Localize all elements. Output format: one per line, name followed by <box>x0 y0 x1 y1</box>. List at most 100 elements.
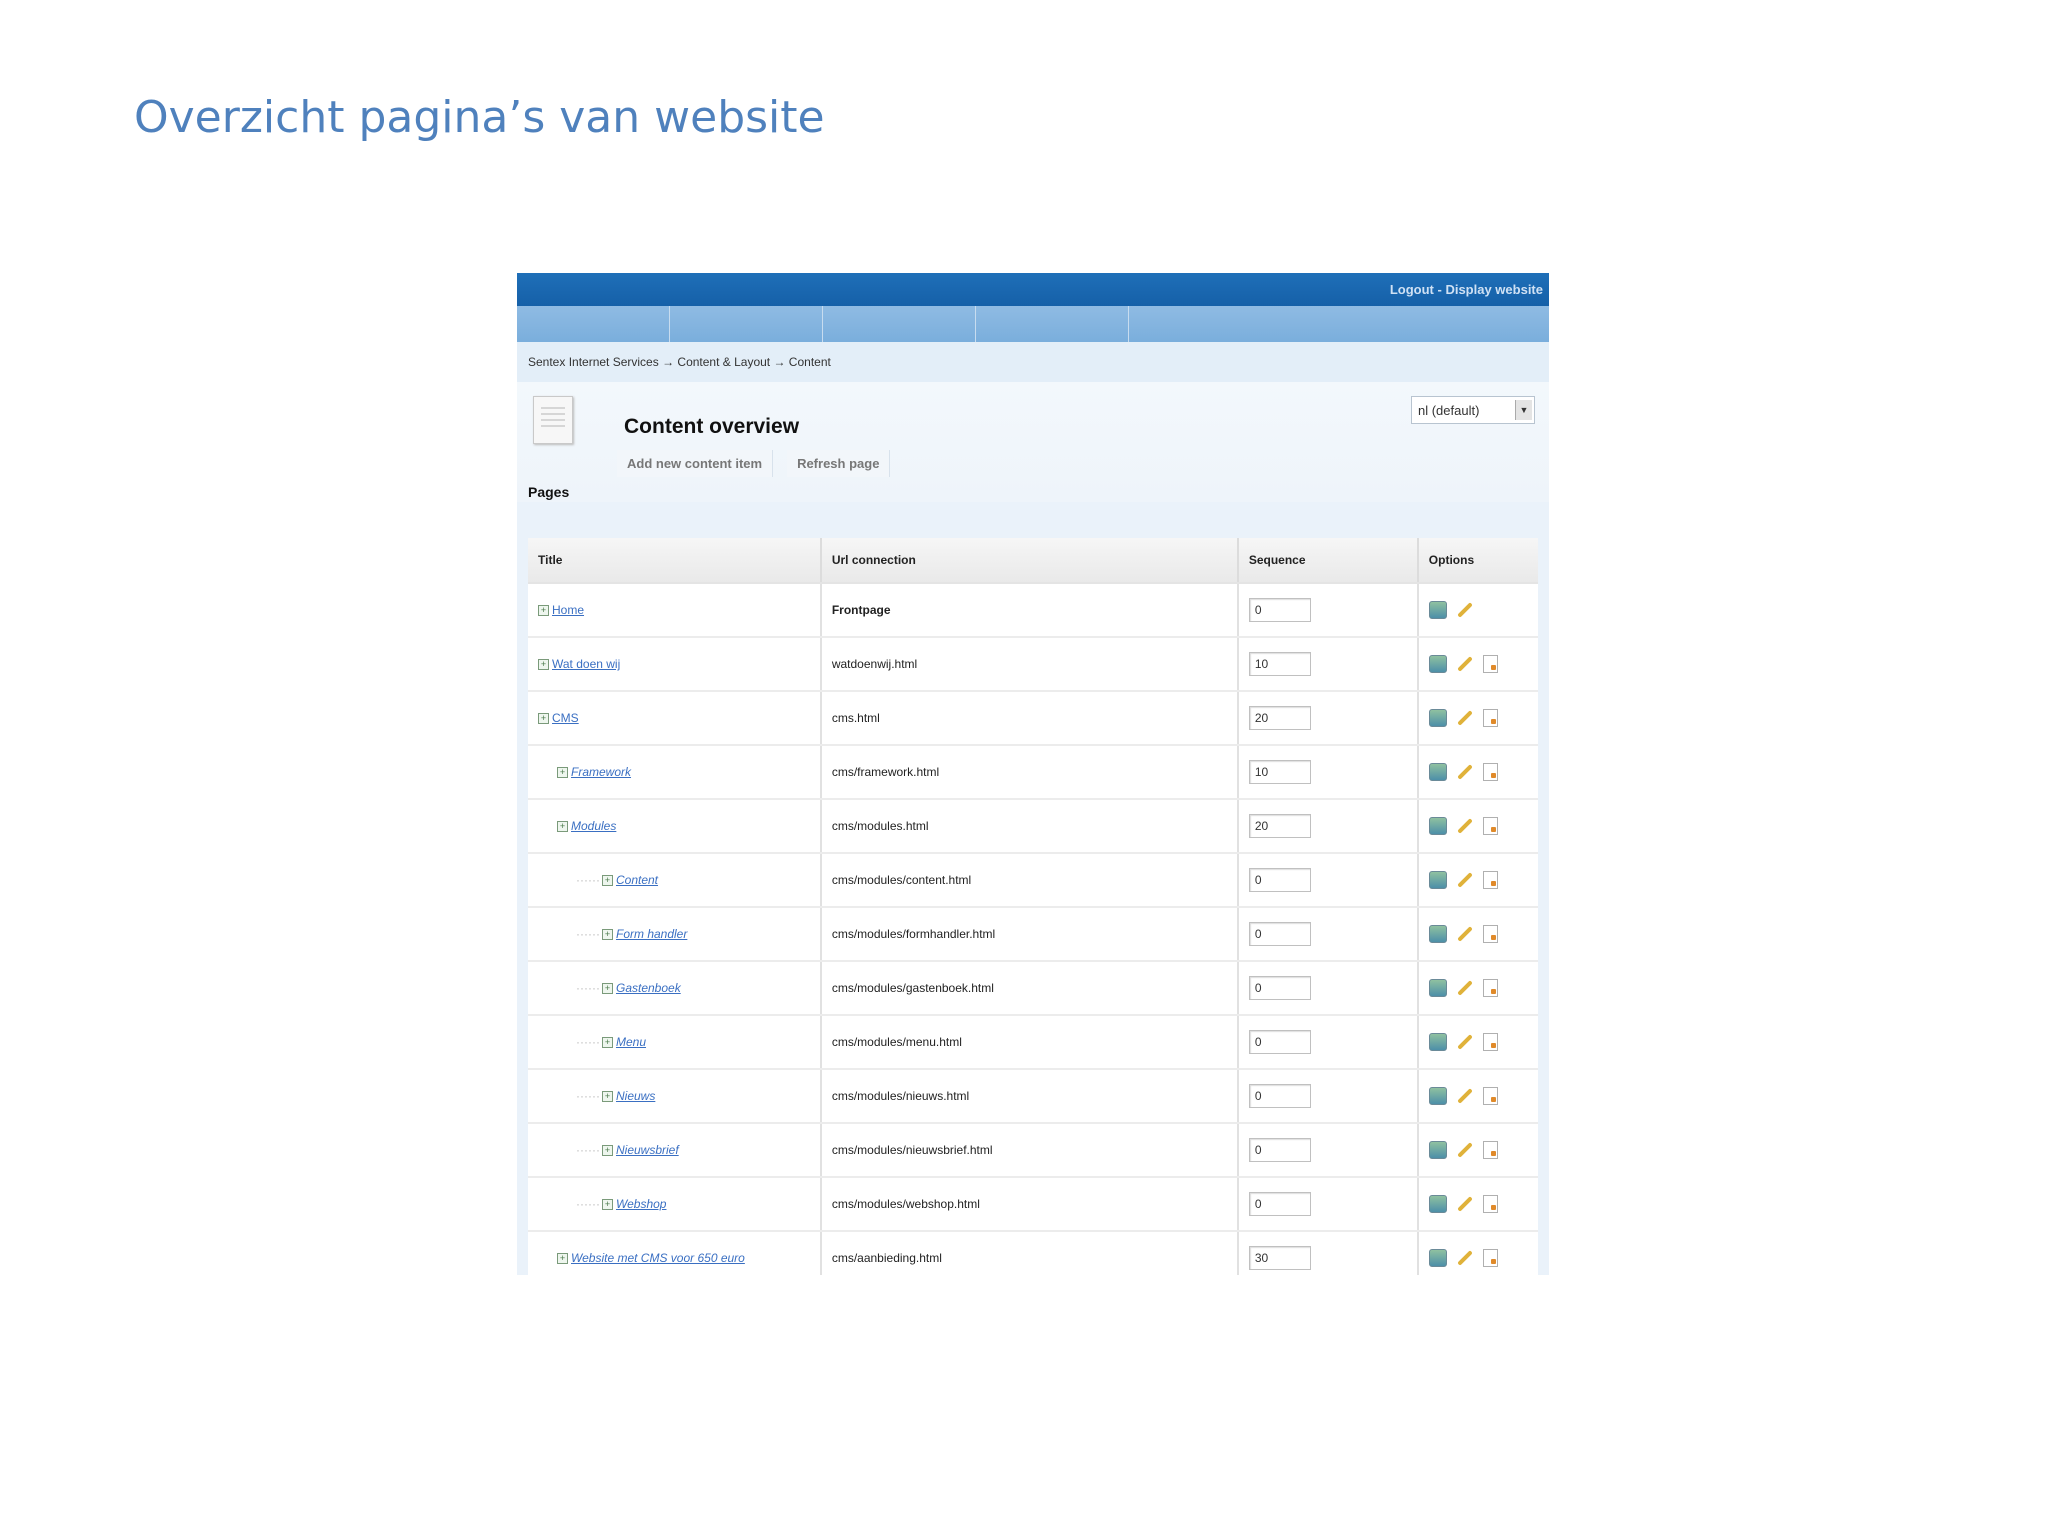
page-title-link[interactable]: Gastenboek <box>616 981 681 995</box>
delete-page-icon[interactable] <box>1482 1087 1498 1105</box>
sequence-input[interactable] <box>1248 598 1311 622</box>
pencil-icon[interactable] <box>1457 656 1473 672</box>
page-title-link[interactable]: Menu <box>616 1035 646 1049</box>
sequence-input[interactable] <box>1248 1192 1311 1216</box>
table-row: + Modules cms/modules.html <box>528 799 1538 854</box>
dropdown-arrow-icon[interactable]: ▼ <box>1515 400 1532 420</box>
expand-icon[interactable]: + <box>601 1091 613 1103</box>
expand-icon[interactable]: + <box>557 821 568 833</box>
pencil-icon[interactable] <box>1457 1196 1473 1212</box>
page-title-link[interactable]: Nieuwsbrief <box>616 1143 679 1157</box>
delete-page-icon[interactable] <box>1482 763 1498 781</box>
expand-icon[interactable]: + <box>601 1199 613 1211</box>
sequence-cell <box>1237 637 1419 692</box>
language-select[interactable]: nl (default) ▼ <box>1411 396 1535 424</box>
pencil-icon[interactable] <box>1457 764 1473 780</box>
preview-icon[interactable] <box>1428 709 1447 727</box>
cms-screenshot: Logout - Display website Sentex Internet… <box>517 273 1549 1275</box>
page-title-link[interactable]: Webshop <box>616 1197 666 1211</box>
pencil-icon[interactable] <box>1457 1142 1473 1158</box>
expand-icon[interactable]: + <box>601 1145 613 1157</box>
delete-page-icon[interactable] <box>1482 1033 1498 1051</box>
expand-icon[interactable]: + <box>601 983 613 995</box>
sequence-input[interactable] <box>1248 814 1311 838</box>
expand-icon[interactable]: + <box>538 605 549 617</box>
pencil-icon[interactable] <box>1457 980 1473 996</box>
preview-icon[interactable] <box>1428 1141 1447 1159</box>
sequence-input[interactable] <box>1248 760 1311 784</box>
expand-icon[interactable]: + <box>538 713 549 725</box>
pencil-icon[interactable] <box>1457 818 1473 834</box>
sequence-input[interactable] <box>1248 1084 1311 1108</box>
sequence-input[interactable] <box>1248 652 1311 676</box>
sequence-input[interactable] <box>1248 868 1311 892</box>
sequence-input[interactable] <box>1248 1246 1311 1270</box>
pencil-icon[interactable] <box>1457 1034 1473 1050</box>
pencil-icon[interactable] <box>1457 710 1473 726</box>
expand-icon[interactable]: + <box>557 1253 568 1265</box>
page-title-link[interactable]: Modules <box>571 819 616 833</box>
sequence-cell <box>1237 1015 1419 1070</box>
delete-page-icon[interactable] <box>1482 709 1498 727</box>
display-website-link[interactable]: Display website <box>1445 282 1543 297</box>
page-title-link[interactable]: Home <box>552 603 584 617</box>
page-title-link[interactable]: Form handler <box>616 927 687 941</box>
pencil-icon[interactable] <box>1457 926 1473 942</box>
delete-page-icon[interactable] <box>1482 871 1498 889</box>
refresh-page-button[interactable]: Refresh page <box>787 450 891 477</box>
nav-tab-4[interactable] <box>976 306 1129 342</box>
table-row: + Home Frontpage <box>528 583 1538 638</box>
expand-icon[interactable]: + <box>538 659 549 671</box>
preview-icon[interactable] <box>1428 601 1447 619</box>
preview-icon[interactable] <box>1428 979 1447 997</box>
expand-icon[interactable]: + <box>557 767 568 779</box>
delete-page-icon[interactable] <box>1482 979 1498 997</box>
sequence-input[interactable] <box>1248 922 1311 946</box>
options-cell <box>1417 1015 1538 1070</box>
page-title-link[interactable]: Content <box>616 873 658 887</box>
preview-icon[interactable] <box>1428 1249 1447 1267</box>
page-title-link[interactable]: CMS <box>552 711 579 725</box>
delete-page-icon[interactable] <box>1482 925 1498 943</box>
preview-icon[interactable] <box>1428 1195 1447 1213</box>
pencil-icon[interactable] <box>1457 1088 1473 1104</box>
sequence-input[interactable] <box>1248 976 1311 1000</box>
sequence-cell <box>1237 691 1419 746</box>
nav-tab-3[interactable] <box>823 306 976 342</box>
preview-icon[interactable] <box>1428 817 1447 835</box>
preview-icon[interactable] <box>1428 655 1447 673</box>
title-cell: + Wat doen wij <box>528 637 822 692</box>
page-title-link[interactable]: Framework <box>571 765 631 779</box>
sequence-input[interactable] <box>1248 706 1311 730</box>
delete-page-icon[interactable] <box>1482 1195 1498 1213</box>
delete-page-icon[interactable] <box>1482 1249 1498 1267</box>
sequence-input[interactable] <box>1248 1138 1311 1162</box>
pencil-icon[interactable] <box>1457 872 1473 888</box>
table-row: + CMS cms.html <box>528 691 1538 746</box>
nav-tab-1[interactable] <box>517 306 670 342</box>
url-text: cms/modules.html <box>831 819 929 833</box>
sequence-input[interactable] <box>1248 1030 1311 1054</box>
page-title-link[interactable]: Nieuws <box>616 1089 655 1103</box>
table-row: ······ + Nieuws cms/modules/nieuws.html <box>528 1069 1538 1124</box>
pencil-icon[interactable] <box>1457 602 1473 618</box>
delete-page-icon[interactable] <box>1482 655 1498 673</box>
preview-icon[interactable] <box>1428 763 1447 781</box>
preview-icon[interactable] <box>1428 1087 1447 1105</box>
preview-icon[interactable] <box>1428 871 1447 889</box>
expand-icon[interactable]: + <box>601 929 613 941</box>
page-title-link[interactable]: Wat doen wij <box>552 657 620 671</box>
add-content-button[interactable]: Add new content item <box>617 450 774 477</box>
delete-page-icon[interactable] <box>1482 1141 1498 1159</box>
url-cell: cms/modules/nieuws.html <box>820 1069 1239 1124</box>
page-title-link[interactable]: Website met CMS voor 650 euro <box>571 1251 745 1265</box>
slide-title: Overzicht pagina’s van website <box>134 92 825 143</box>
delete-page-icon[interactable] <box>1482 817 1498 835</box>
logout-link[interactable]: Logout <box>1390 282 1434 297</box>
nav-tab-2[interactable] <box>670 306 823 342</box>
pencil-icon[interactable] <box>1457 1250 1473 1266</box>
expand-icon[interactable]: + <box>601 875 613 887</box>
preview-icon[interactable] <box>1428 925 1447 943</box>
preview-icon[interactable] <box>1428 1033 1447 1051</box>
expand-icon[interactable]: + <box>601 1037 613 1049</box>
